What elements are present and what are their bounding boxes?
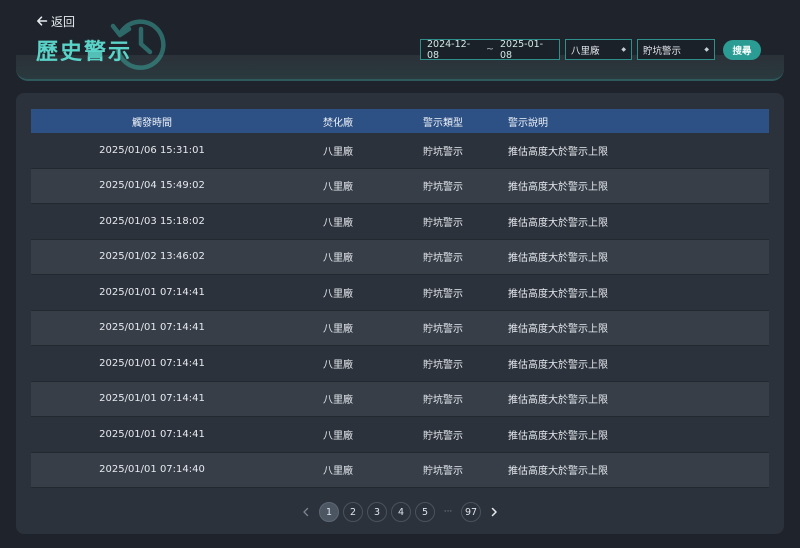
cell-time: 2025/01/01 07:14:41: [99, 393, 205, 405]
table-row: 2025/01/01 07:14:41 八里廠 貯坑警示 推估高度大於警示上限: [31, 275, 769, 311]
table-body: 2025/01/06 15:31:01 八里廠 貯坑警示 推估高度大於警示上限 2025…: [31, 133, 769, 488]
table-row: 2025/01/01 07:14:41 八里廠 貯坑警示 推估高度大於警示上限: [31, 346, 769, 382]
plant-select[interactable]: 八里廠 ◆: [565, 39, 632, 60]
cell-time: 2025/01/01 07:14:41: [99, 286, 205, 298]
table-row: 2025/01/01 07:14:41 八里廠 貯坑警示 推估高度大於警示上限: [31, 310, 769, 346]
date-start: 2024-12-08: [427, 38, 471, 61]
next-page-button[interactable]: [485, 502, 503, 522]
table-row: 2025/01/06 15:31:01 八里廠 貯坑警示 推估高度大於警示上限: [31, 133, 769, 169]
date-separator: ~: [486, 44, 494, 55]
page-button-5[interactable]: 5: [415, 502, 435, 522]
cell-plant: 八里廠: [323, 253, 353, 265]
cell-time: 2025/01/01 07:14:41: [99, 357, 205, 369]
select-caret-icon: ◆: [704, 46, 709, 53]
cell-time: 2025/01/01 07:14:41: [99, 428, 205, 440]
table-row: 2025/01/02 13:46:02 八里廠 貯坑警示 推估高度大於警示上限: [31, 239, 769, 275]
cell-time: 2025/01/06 15:31:01: [99, 144, 205, 156]
cell-description: 推估高度大於警示上限: [508, 182, 608, 194]
column-header-type: 警示類型: [423, 117, 463, 129]
cell-description: 推估高度大於警示上限: [508, 253, 608, 265]
table-row: 2025/01/04 15:49:02 八里廠 貯坑警示 推估高度大於警示上限: [31, 168, 769, 204]
column-header-description: 警示說明: [508, 117, 548, 129]
page-header: 返回 歷史警示 2024-12-08 ~ 2025-01-08 八里廠 ◆ 貯坑…: [0, 0, 800, 82]
cell-description: 推估高度大於警示上限: [508, 430, 608, 442]
arrow-left-icon: [37, 16, 48, 26]
pagination: 12345 ··· 97: [16, 502, 784, 522]
prev-page-button[interactable]: [297, 502, 315, 522]
cell-plant: 八里廠: [323, 324, 353, 336]
cell-description: 推估高度大於警示上限: [508, 466, 608, 478]
alert-type-select-value: 貯坑警示: [643, 45, 682, 57]
cell-type: 貯坑警示: [423, 288, 463, 300]
table-row: 2025/01/03 15:18:02 八里廠 貯坑警示 推估高度大於警示上限: [31, 204, 769, 240]
cell-plant: 八里廠: [323, 146, 353, 158]
column-header-time: 觸發時間: [132, 117, 172, 129]
table-row: 2025/01/01 07:14:41 八里廠 貯坑警示 推估高度大於警示上限: [31, 381, 769, 417]
alert-table: 觸發時間 焚化廠 警示類型 警示說明 2025/01/06 15:31:01 八里…: [31, 109, 769, 488]
page-list: 12345: [319, 502, 435, 522]
cell-plant: 八里廠: [323, 430, 353, 442]
cell-type: 貯坑警示: [423, 182, 463, 194]
page-button-last[interactable]: 97: [461, 502, 481, 522]
page-button-3[interactable]: 3: [367, 502, 387, 522]
cell-time: 2025/01/03 15:18:02: [99, 215, 205, 227]
cell-type: 貯坑警示: [423, 146, 463, 158]
cell-description: 推估高度大於警示上限: [508, 395, 608, 407]
alert-type-select[interactable]: 貯坑警示 ◆: [637, 39, 715, 60]
cell-type: 貯坑警示: [423, 466, 463, 478]
table-row: 2025/01/01 07:14:41 八里廠 貯坑警示 推估高度大於警示上限: [31, 417, 769, 453]
results-panel: 觸發時間 焚化廠 警示類型 警示說明 2025/01/06 15:31:01 八里…: [16, 93, 784, 534]
cell-description: 推估高度大於警示上限: [508, 217, 608, 229]
page-button-4[interactable]: 4: [391, 502, 411, 522]
cell-time: 2025/01/01 07:14:40: [99, 464, 205, 476]
cell-type: 貯坑警示: [423, 324, 463, 336]
filter-bar: 2024-12-08 ~ 2025-01-08 八里廠 ◆ 貯坑警示 ◆ 搜尋: [420, 38, 761, 61]
cell-type: 貯坑警示: [423, 359, 463, 371]
table-header: 觸發時間 焚化廠 警示類型 警示說明: [31, 109, 769, 133]
back-button[interactable]: 返回: [36, 13, 75, 29]
pagination-ellipsis: ···: [443, 507, 453, 517]
cell-plant: 八里廠: [323, 182, 353, 194]
cell-type: 貯坑警示: [423, 430, 463, 442]
cell-time: 2025/01/04 15:49:02: [99, 180, 205, 192]
cell-time: 2025/01/02 13:46:02: [99, 251, 205, 263]
cell-type: 貯坑警示: [423, 395, 463, 407]
cell-description: 推估高度大於警示上限: [508, 359, 608, 371]
page-button-2[interactable]: 2: [343, 502, 363, 522]
cell-plant: 八里廠: [323, 466, 353, 478]
select-caret-icon: ◆: [621, 46, 626, 53]
cell-description: 推估高度大於警示上限: [508, 146, 608, 158]
cell-description: 推估高度大於警示上限: [508, 288, 608, 300]
cell-plant: 八里廠: [323, 288, 353, 300]
cell-time: 2025/01/01 07:14:41: [99, 322, 205, 334]
cell-type: 貯坑警示: [423, 253, 463, 265]
table-row: 2025/01/01 07:14:40 八里廠 貯坑警示 推估高度大於警示上限: [31, 452, 769, 488]
cell-plant: 八里廠: [323, 359, 353, 371]
cell-type: 貯坑警示: [423, 217, 463, 229]
cell-plant: 八里廠: [323, 217, 353, 229]
column-header-plant: 焚化廠: [323, 117, 353, 129]
date-end: 2025-01-08: [499, 38, 544, 61]
date-range-picker[interactable]: 2024-12-08 ~ 2025-01-08: [420, 38, 560, 61]
back-label: 返回: [51, 14, 76, 29]
page-button-1[interactable]: 1: [319, 502, 339, 522]
chevron-left-icon: [303, 507, 309, 517]
plant-select-value: 八里廠: [571, 45, 600, 57]
chevron-right-icon: [491, 507, 497, 517]
search-button[interactable]: 搜尋: [723, 39, 761, 60]
cell-plant: 八里廠: [323, 395, 353, 407]
page-title: 歷史警示: [36, 40, 133, 65]
cell-description: 推估高度大於警示上限: [508, 324, 608, 336]
